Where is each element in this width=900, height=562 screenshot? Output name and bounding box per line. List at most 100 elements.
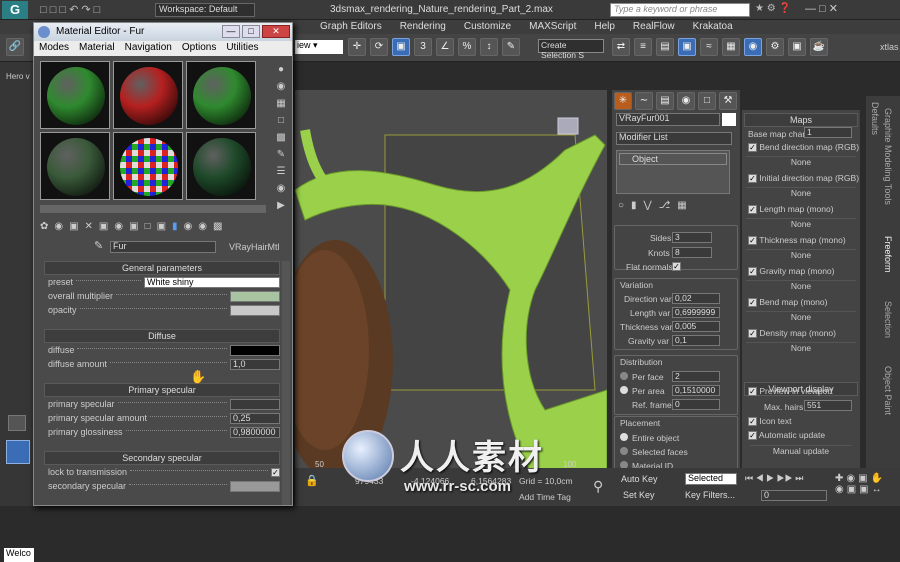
primary-specular-amount-spinner[interactable]: 0,25 [230, 412, 280, 424]
params-scrollbar[interactable] [282, 261, 290, 505]
material-editor-titlebar[interactable]: Material Editor - Fur — □ ✕ [34, 23, 292, 41]
utilities-tab-icon[interactable]: ⚒ [719, 92, 737, 110]
per-area-spinner[interactable]: 0,1510000 [672, 385, 720, 396]
me-menu-utilities[interactable]: Utilities [221, 41, 263, 56]
tab-object-paint[interactable]: Object Paint [883, 366, 893, 415]
display-tab-icon[interactable]: □ [698, 92, 716, 110]
tab-freeform[interactable]: Freeform [883, 236, 893, 273]
diffuse-header[interactable]: Diffuse [44, 329, 280, 343]
modify-tab-icon[interactable]: ∼ [635, 92, 653, 110]
map-none-button[interactable]: None [746, 342, 856, 354]
map-none-button[interactable]: None [746, 280, 856, 292]
map-none-button[interactable]: None [746, 249, 856, 261]
material-slot[interactable] [113, 132, 183, 200]
current-frame-field[interactable]: 0 [761, 490, 827, 501]
tab-defaults[interactable]: Defaults [870, 102, 880, 135]
material-slot[interactable] [113, 61, 183, 129]
map-enable-checkbox[interactable]: ✓ [748, 267, 757, 276]
lock-icon[interactable]: 🔒 [305, 474, 319, 487]
selected-dropdown[interactable]: Selected [685, 473, 737, 485]
primary-specular-header[interactable]: Primary specular [44, 383, 280, 397]
material-name-field[interactable]: Fur [110, 241, 216, 253]
view-dropdown[interactable]: iew ▾ [295, 40, 343, 54]
link-icon[interactable]: 🔗 [4, 34, 26, 60]
select-scale-icon[interactable]: ▣ [392, 38, 410, 56]
render-frame-icon[interactable]: ▣ [788, 38, 806, 56]
per-face-spinner[interactable]: 2 [672, 371, 720, 382]
slot-scrollbar[interactable] [40, 205, 266, 213]
map-enable-checkbox[interactable]: ✓ [748, 143, 757, 152]
map-none-button[interactable]: None [746, 311, 856, 323]
lock-to-transmission-checkbox[interactable]: ✓ [271, 467, 280, 477]
help-icons[interactable]: ★ ⚙ ❓ [755, 3, 791, 14]
me-menu-options[interactable]: Options [177, 41, 221, 56]
edit-named-icon[interactable]: ✎ [502, 38, 520, 56]
menu-realflow[interactable]: RealFlow [633, 21, 675, 32]
selection-set-field[interactable]: Create Selection S [538, 39, 604, 60]
map-slot-row[interactable]: ✓ Initial direction map (RGB) [748, 173, 859, 183]
per-face-radio[interactable] [620, 372, 628, 380]
listener-field[interactable]: Welco [4, 548, 34, 562]
base-map-chan-spinner[interactable]: 1 [804, 127, 852, 138]
material-type-button[interactable]: VRayHairMtl [229, 242, 280, 252]
preset-dropdown[interactable]: White shiny [144, 276, 280, 288]
manual-update-button[interactable]: Manual update [750, 445, 852, 458]
percent-snap-icon[interactable]: % [458, 38, 476, 56]
rotate-icon[interactable]: ⟳ [370, 38, 388, 56]
length-var-spinner[interactable]: 0,6999999 [672, 307, 720, 318]
diffuse-swatch[interactable] [230, 344, 280, 356]
hierarchy-tab-icon[interactable]: ▤ [656, 92, 674, 110]
object-name-field[interactable]: VRayFur001 [616, 113, 720, 126]
auto-update-option[interactable]: ✓ Automatic update [748, 430, 825, 440]
preview-checkbox[interactable]: ✓ [748, 387, 757, 396]
map-enable-checkbox[interactable]: ✓ [748, 174, 757, 183]
entire-object-option[interactable]: Entire object [620, 433, 679, 443]
knots-spinner[interactable]: 8 [672, 247, 712, 258]
secondary-specular-swatch[interactable] [230, 480, 280, 492]
layer-icon[interactable]: ▤ [656, 38, 674, 56]
maximize-button[interactable]: □ [242, 25, 260, 38]
key-icon[interactable]: ⚲ [593, 478, 603, 495]
direction-var-spinner[interactable]: 0,02 [672, 293, 720, 304]
create-tab-icon[interactable]: ✳ [614, 92, 632, 110]
icon-text-option[interactable]: ✓ Icon text [748, 416, 792, 426]
maxscript-listener[interactable] [6, 440, 30, 464]
map-enable-checkbox[interactable]: ✓ [748, 329, 757, 338]
map-enable-checkbox[interactable]: ✓ [748, 205, 757, 214]
render-setup-icon[interactable]: ⚙ [766, 38, 784, 56]
mirror-icon[interactable]: ⇄ [612, 38, 630, 56]
map-slot-row[interactable]: ✓ Density map (mono) [748, 328, 836, 338]
overall-multiplier-swatch[interactable] [230, 290, 280, 302]
sides-spinner[interactable]: 3 [672, 232, 712, 243]
secondary-specular-header[interactable]: Secondary specular [44, 451, 280, 465]
material-editor-icon[interactable]: ◉ [744, 38, 762, 56]
perspective-viewport[interactable] [295, 90, 607, 480]
menu-customize[interactable]: Customize [464, 21, 511, 32]
search-input[interactable]: Type a keyword or phrase [610, 3, 750, 17]
menu-maxscript[interactable]: MAXScript [529, 21, 576, 32]
material-slot[interactable] [40, 132, 110, 200]
per-area-option[interactable]: Per area [620, 386, 665, 396]
preview-in-viewport[interactable]: ✓ Preview in viewport [748, 386, 833, 396]
material-slot[interactable] [186, 61, 256, 129]
material-slot[interactable] [40, 61, 110, 129]
gravity-var-spinner[interactable]: 0,1 [672, 335, 720, 346]
material-editor-window[interactable]: Material Editor - Fur — □ ✕ Modes Materi… [33, 22, 293, 506]
tab-selection[interactable]: Selection [883, 301, 893, 338]
stack-item-object[interactable]: Object [619, 153, 727, 165]
auto-key-button[interactable]: Auto Key [621, 474, 658, 484]
motion-tab-icon[interactable]: ◉ [677, 92, 695, 110]
map-slot-row[interactable]: ✓ Bend map (mono) [748, 297, 827, 307]
map-none-button[interactable]: None [746, 156, 856, 168]
modifier-list-dropdown[interactable]: Modifier List [616, 132, 732, 145]
menu-graph-editors[interactable]: Graph Editors [320, 21, 382, 32]
playback-controls[interactable]: ⏮ ◀ ▶ ▶▶ ⏭ [745, 473, 803, 484]
thickness-var-spinner[interactable]: 0,005 [672, 321, 720, 332]
primary-glossiness-spinner[interactable]: 0,9800000 [230, 426, 280, 438]
tab-graphite[interactable]: Graphite Modeling Tools [883, 108, 893, 205]
menu-krakatoa[interactable]: Krakatoa [693, 21, 733, 32]
snap-icon[interactable]: 3 [414, 38, 432, 56]
me-menu-material[interactable]: Material [74, 41, 120, 56]
set-key-button[interactable]: Set Key [623, 490, 655, 500]
selected-faces-radio[interactable] [620, 447, 628, 455]
